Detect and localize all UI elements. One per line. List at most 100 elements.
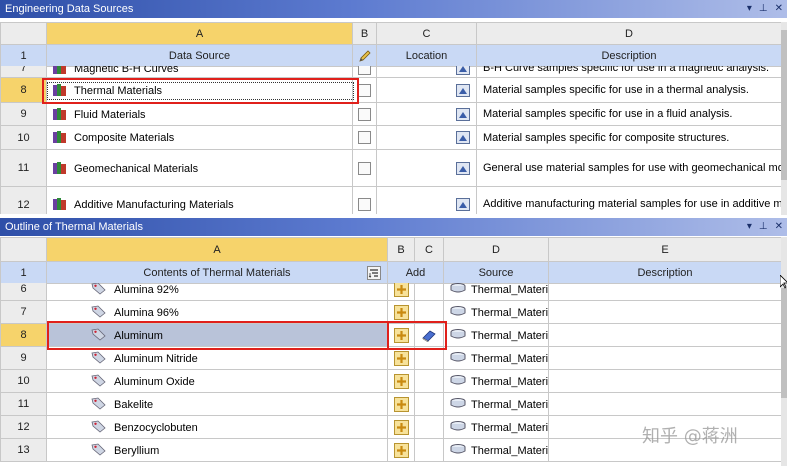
checkbox[interactable] [358,198,371,211]
checkbox-cell[interactable] [352,125,377,150]
table-row[interactable]: 9 Aluminum Nitride Thermal_Materi [0,346,781,370]
add-status-cell[interactable] [414,415,444,439]
panel-close-icon[interactable]: ✕ [775,222,783,232]
checkbox-cell[interactable] [352,77,377,103]
row-number[interactable]: 8 [0,77,47,103]
top-panel-scroll-thumb[interactable] [781,30,787,180]
row-number[interactable]: 1 [0,44,47,67]
add-plus-icon[interactable] [393,304,409,320]
panel-close-icon[interactable]: ✕ [775,4,783,14]
data-source-cell[interactable]: Fluid Materials [46,102,353,126]
sort-filter-icon[interactable] [367,266,381,280]
panel-pin-icon[interactable]: ⊥ [759,4,768,14]
browse-location-icon[interactable] [456,131,470,144]
panel-dropdown-icon[interactable]: ▾ [747,222,752,232]
checkbox[interactable] [358,83,371,97]
material-cell[interactable]: Alumina 92% [46,283,388,301]
row-number[interactable]: 11 [0,392,47,416]
browse-location-icon[interactable] [456,83,470,97]
data-source-cell[interactable]: Additive Manufacturing Materials [46,186,353,214]
data-source-cell[interactable]: Geomechanical Materials [46,149,353,187]
add-plus-icon[interactable] [393,350,409,366]
row-number[interactable]: 7 [0,300,47,324]
add-plus-icon[interactable] [393,442,409,458]
browse-location-icon[interactable] [456,107,470,121]
bottom-panel-scroll-thumb[interactable] [781,288,787,398]
column-header-e[interactable]: E [548,237,782,262]
column-header-a[interactable]: A [46,22,353,45]
panel-dropdown-icon[interactable]: ▾ [747,4,752,14]
header-edit-cell[interactable] [352,44,377,67]
data-source-cell[interactable]: Composite Materials [46,125,353,150]
row-number[interactable]: 8 [0,323,47,347]
table-row[interactable]: 12 Additive Manufacturing Materials Addi… [0,186,781,214]
row-number[interactable]: 9 [0,102,47,126]
row-number[interactable]: 7 [0,66,47,78]
table-row[interactable]: 6 Alumina 92% Thermal_Materi [0,283,781,301]
add-plus-icon[interactable] [393,327,409,343]
table-row[interactable]: 9 Fluid Materials Material samples speci… [0,102,781,126]
add-cell[interactable] [387,438,415,462]
add-cell[interactable] [387,415,415,439]
add-cell[interactable] [387,346,415,370]
add-status-cell[interactable] [414,323,444,347]
table-row[interactable]: 7 Magnetic B-H Curves B-H Curve samples … [0,66,781,78]
material-cell[interactable]: Benzocyclobuten [46,415,388,439]
row-number[interactable]: 13 [0,438,47,462]
pencil-icon[interactable] [358,49,372,63]
checkbox-cell[interactable] [352,66,377,78]
column-header-c[interactable]: C [376,22,477,45]
checkbox[interactable] [358,131,371,144]
checkbox-cell[interactable] [352,149,377,187]
add-cell[interactable] [387,392,415,416]
table-row[interactable]: 10 Aluminum Oxide Thermal_Materi [0,369,781,393]
row-number[interactable]: 6 [0,283,47,301]
browse-location-icon[interactable] [456,198,470,211]
row-number[interactable]: 12 [0,186,47,214]
column-header-d[interactable]: D [476,22,782,45]
material-cell[interactable]: Aluminum Nitride [46,346,388,370]
data-source-cell[interactable]: Thermal Materials [46,77,353,103]
checkbox[interactable] [358,107,371,121]
location-cell[interactable] [376,102,477,126]
checkbox-cell[interactable] [352,102,377,126]
location-cell[interactable] [376,186,477,214]
add-plus-icon[interactable] [393,373,409,389]
add-cell[interactable] [387,283,415,301]
panel-pin-icon[interactable]: ⊥ [759,222,768,232]
material-cell[interactable]: Alumina 96% [46,300,388,324]
browse-location-icon[interactable] [456,66,470,75]
row-number[interactable]: 1 [0,261,47,284]
data-source-cell[interactable]: Magnetic B-H Curves [46,66,353,78]
row-number[interactable]: 10 [0,125,47,150]
add-status-cell[interactable] [414,438,444,462]
add-status-cell[interactable] [414,346,444,370]
row-number[interactable]: 10 [0,369,47,393]
table-row[interactable]: 7 Alumina 96% Thermal_Materi [0,300,781,324]
column-header-c[interactable]: C [414,237,444,262]
location-cell[interactable] [376,66,477,78]
add-plus-icon[interactable] [393,283,409,297]
location-cell[interactable] [376,125,477,150]
material-cell[interactable]: Aluminum [46,323,388,347]
column-header-b[interactable]: B [387,237,415,262]
column-header-d[interactable]: D [443,237,549,262]
row-number[interactable]: 11 [0,149,47,187]
column-header-b[interactable]: B [352,22,377,45]
add-status-cell[interactable] [414,283,444,301]
material-cell[interactable]: Bakelite [46,392,388,416]
add-status-cell[interactable] [414,369,444,393]
book-icon[interactable] [421,329,437,342]
checkbox[interactable] [358,161,371,175]
add-cell[interactable] [387,369,415,393]
add-cell[interactable] [387,300,415,324]
row-number[interactable]: 12 [0,415,47,439]
add-plus-icon[interactable] [393,419,409,435]
table-row[interactable]: 8 Thermal Materials Material samples spe… [0,77,781,103]
add-plus-icon[interactable] [393,396,409,412]
checkbox[interactable] [358,66,371,75]
table-row-selected[interactable]: 8 Aluminum Thermal_Materi [0,323,781,347]
corner-cell[interactable] [0,237,47,262]
row-number[interactable]: 9 [0,346,47,370]
add-status-cell[interactable] [414,300,444,324]
